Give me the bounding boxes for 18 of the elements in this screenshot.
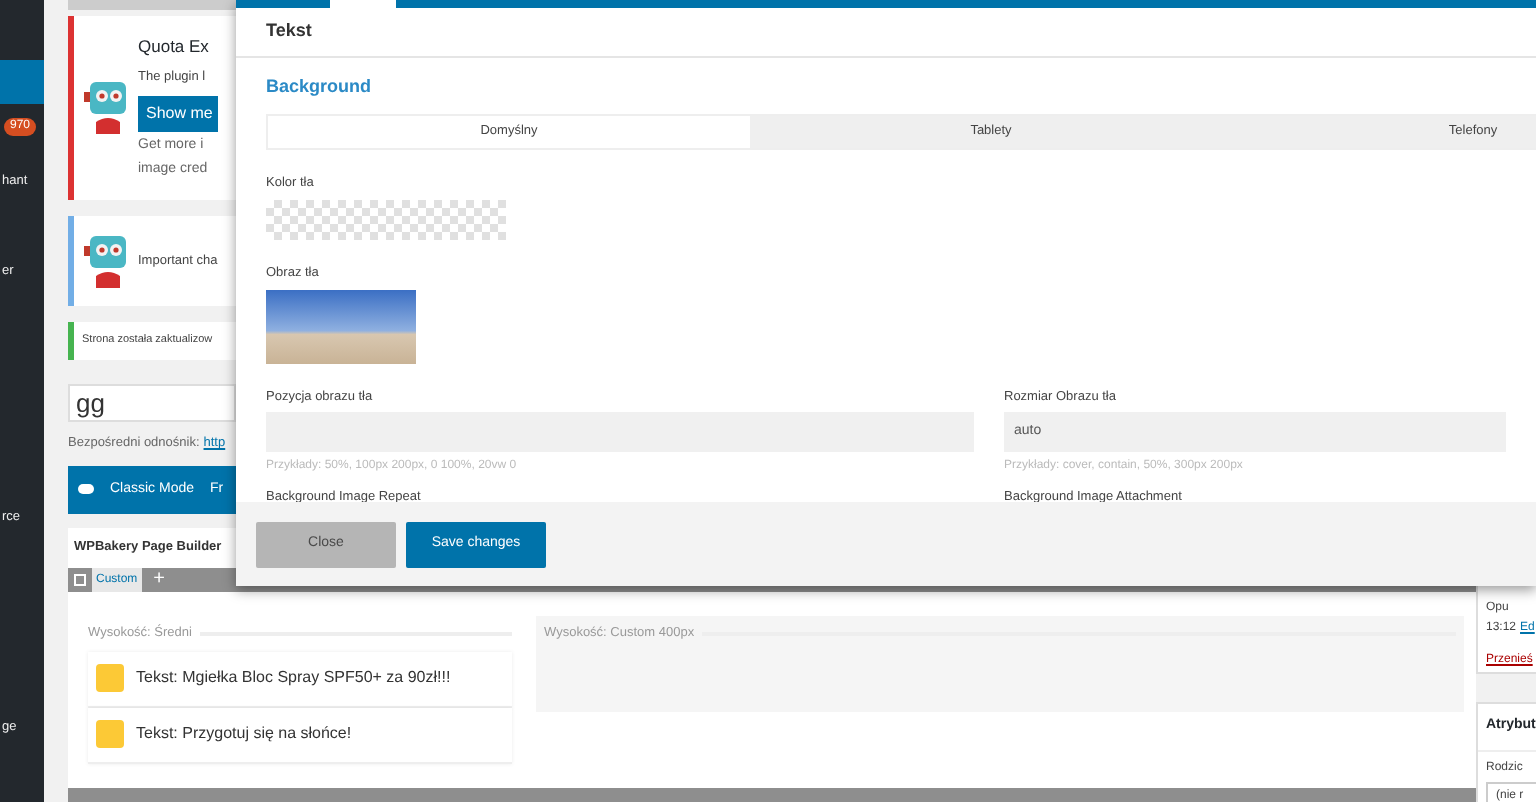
- section-heading: Background: [266, 74, 374, 100]
- element-title: Tekst: Przygotuj się na słońce!: [136, 722, 352, 746]
- modal-title: Tekst: [266, 18, 312, 45]
- photo-placeholder[interactable]: [266, 290, 416, 364]
- notice-title: Quota Ex: [138, 34, 211, 60]
- robot-icon: [82, 78, 130, 138]
- text-element[interactable]: Tekst: Przygotuj się na słońce!: [88, 707, 512, 763]
- show-button[interactable]: Show me: [138, 95, 218, 132]
- cloud-icon: [78, 484, 94, 495]
- text-block-icon: [96, 720, 124, 748]
- text-block-icon: [96, 664, 124, 692]
- color-swatch[interactable]: [266, 200, 506, 241]
- element-title: Tekst: Mgiełka Bloc Spray SPF50+ za 90zł!!!: [136, 666, 451, 690]
- title-field[interactable]: gg: [68, 384, 236, 422]
- robot-icon: [82, 231, 130, 291]
- text-element[interactable]: Tekst: Mgiełka Bloc Spray SPF50+ za 90zł!!!: [88, 651, 512, 707]
- menu-item[interactable]: [0, 60, 44, 104]
- move-icon[interactable]: [74, 573, 86, 586]
